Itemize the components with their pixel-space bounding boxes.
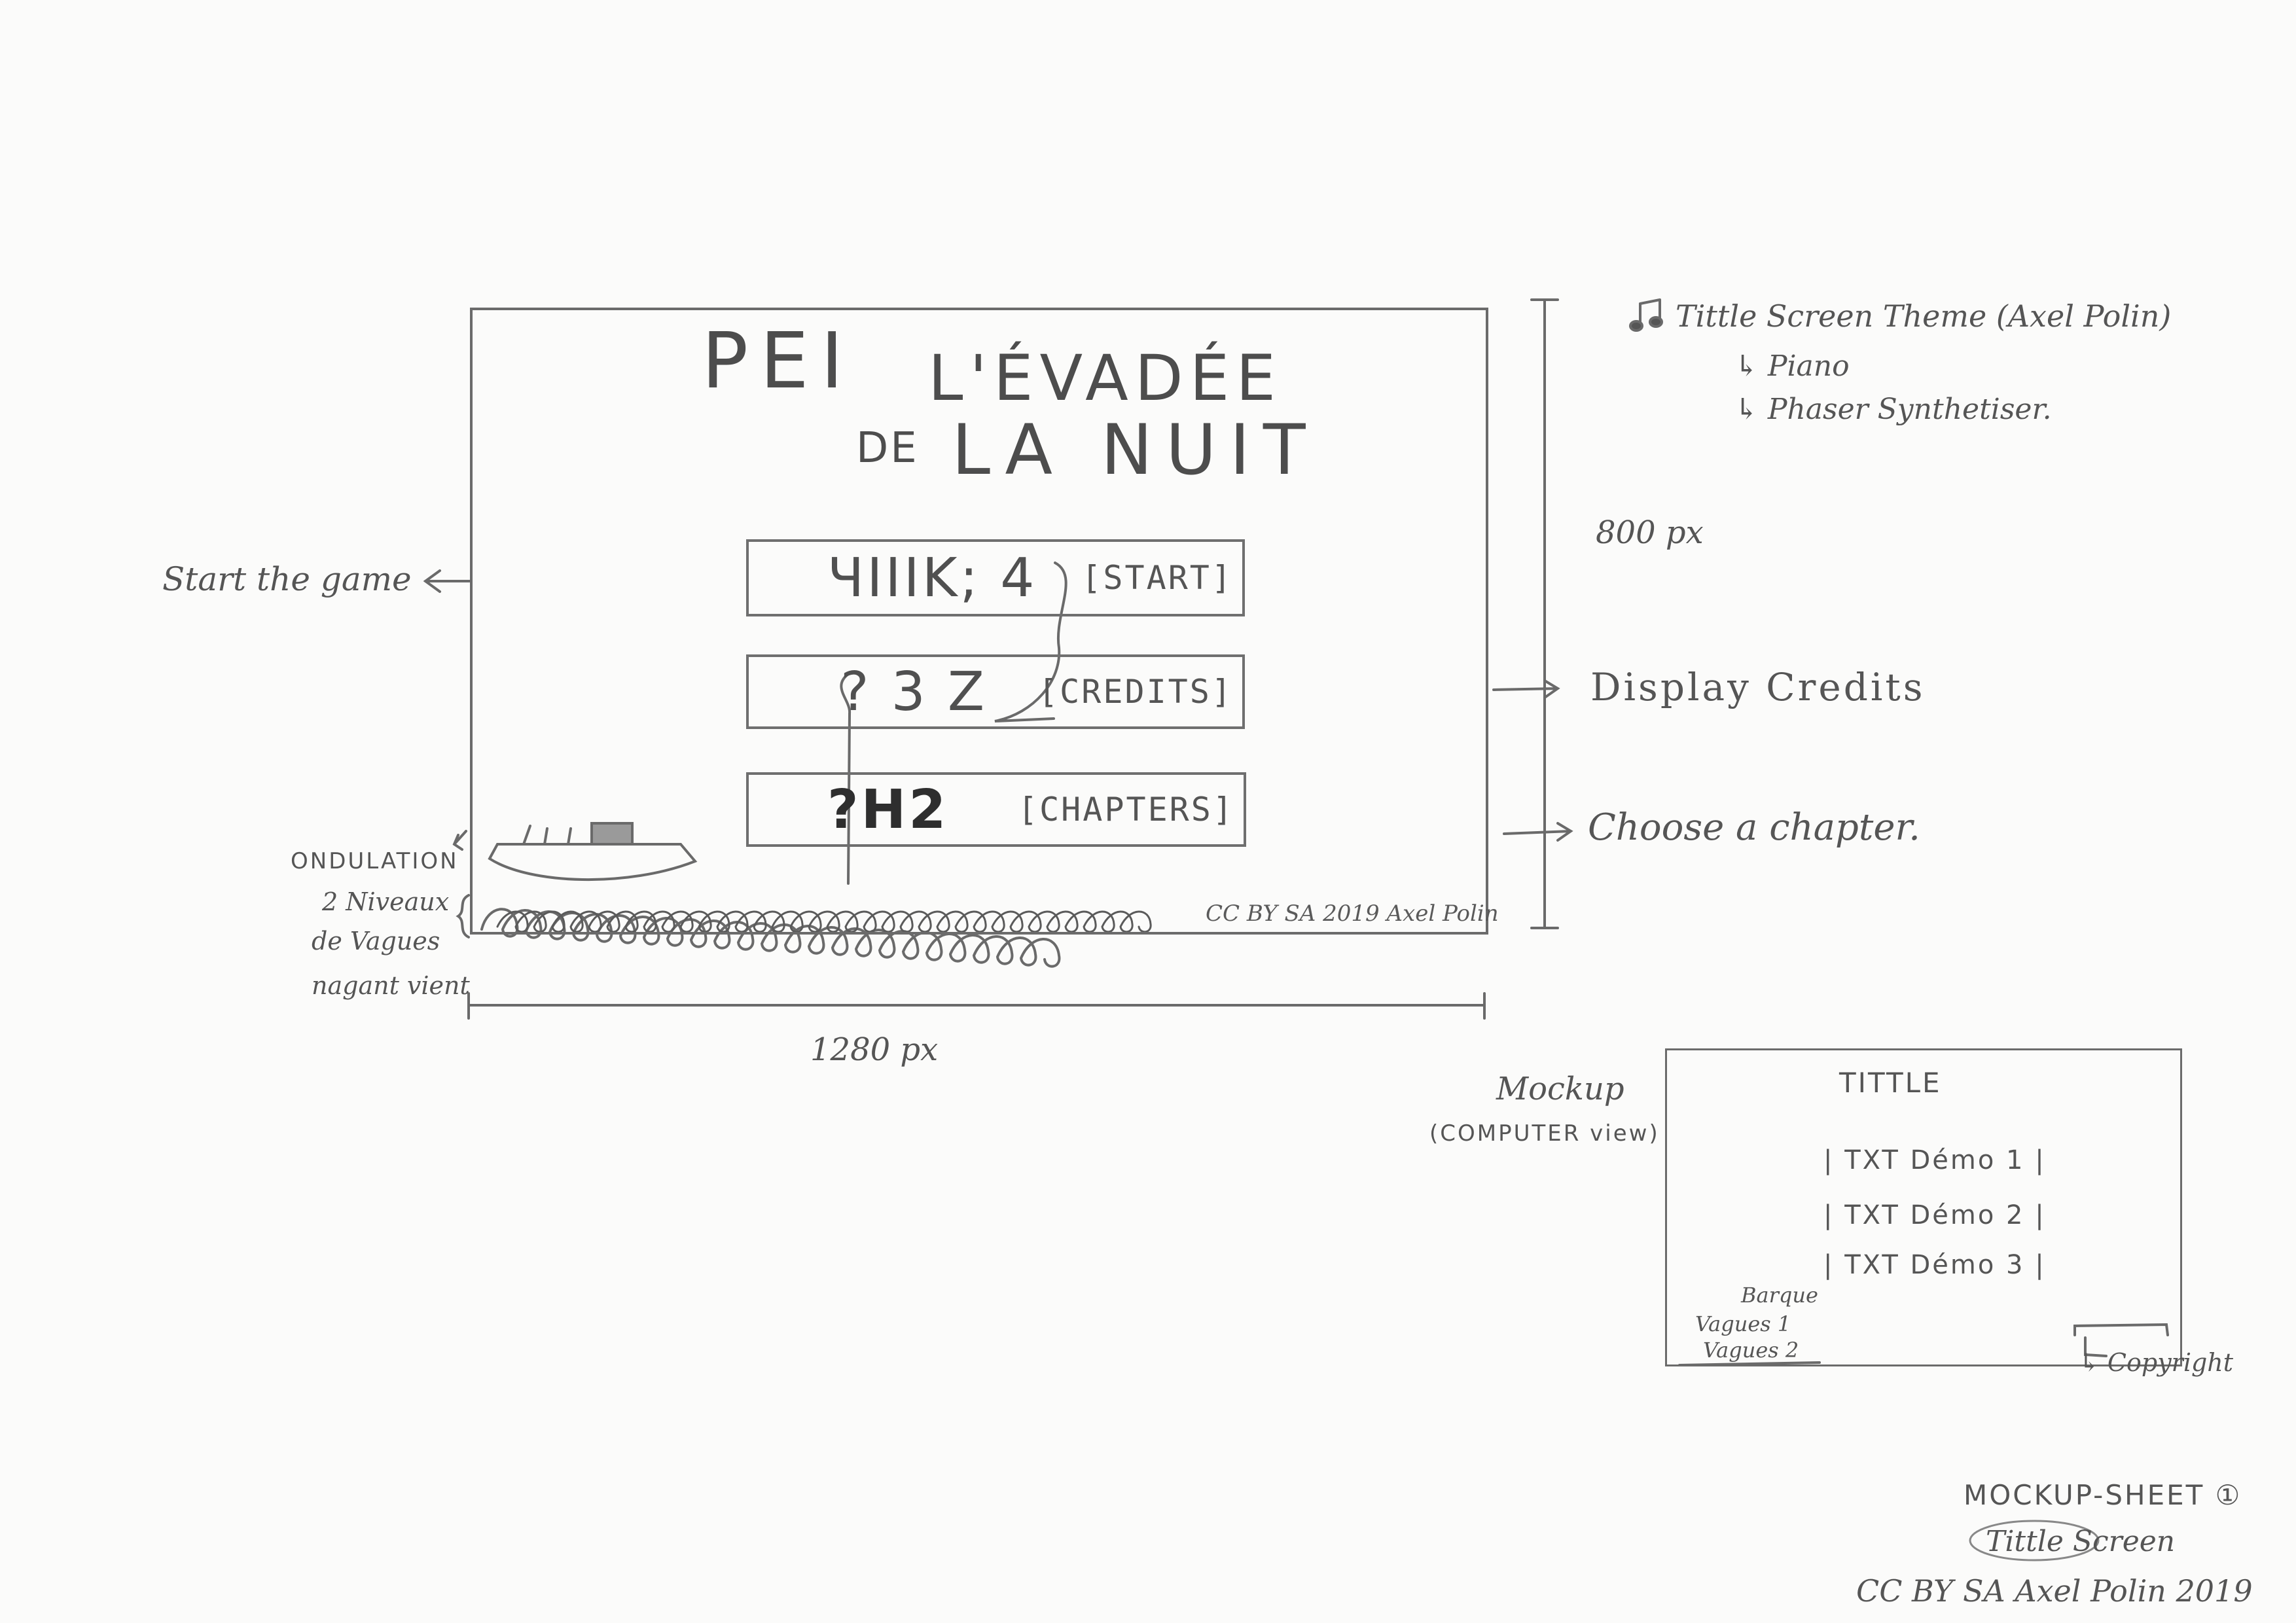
mini-mockup-copyright-label: ↳ Copyright bbox=[2079, 1348, 2234, 1377]
game-title-de: DE bbox=[856, 424, 919, 473]
ondulation-arrow bbox=[452, 830, 467, 851]
music-item-piano: ↳ Piano bbox=[1734, 349, 1850, 383]
mini-mockup-title: TITTLE bbox=[1839, 1067, 1942, 1099]
sheet-footer-line1: MOCKUP-SHEET ① bbox=[1964, 1479, 2242, 1511]
title-screen-copyright: CC BY SA 2019 Axel Polin bbox=[1206, 901, 1499, 927]
waves-note-line1: 2 Niveaux bbox=[322, 887, 450, 916]
mini-mockup-boat-label: Barque bbox=[1741, 1283, 1818, 1308]
credits-button-label: [CREDITS] bbox=[1038, 673, 1233, 711]
width-label: 1280 px bbox=[810, 1031, 939, 1068]
chapters-button-label: [CHAPTERS] bbox=[1017, 791, 1234, 829]
start-button-code: ЧIIIK; 4 bbox=[827, 546, 1037, 609]
chapters-button-code: ?H2 bbox=[827, 778, 949, 841]
start-game-note: Start the game bbox=[162, 560, 412, 598]
chapters-arrow bbox=[1503, 822, 1573, 842]
choose-chapter-note: Choose a chapter. bbox=[1588, 806, 1920, 849]
mini-mockup-item-1: | TXT Démo 1 | bbox=[1823, 1145, 2046, 1175]
chapters-button[interactable]: ?H2 [CHAPTERS] bbox=[746, 772, 1246, 847]
sheet-footer-line2: Tittle Screen bbox=[1986, 1525, 2176, 1558]
music-title-note: Tittle Screen Theme (Axel Polin) bbox=[1676, 298, 2172, 334]
credits-button[interactable]: ? 3 Z [CREDITS] bbox=[746, 654, 1245, 729]
mini-mockup-item-3: | TXT Démo 3 | bbox=[1823, 1250, 2046, 1280]
sheet-footer-line3: CC BY SA Axel Polin 2019 bbox=[1856, 1573, 2253, 1609]
start-button[interactable]: ЧIIIK; 4 [START] bbox=[746, 539, 1245, 616]
start-button-label: [START] bbox=[1081, 559, 1233, 597]
mini-mockup-wave1-label: Vagues 1 bbox=[1695, 1311, 1791, 1336]
credits-button-code: ? 3 Z bbox=[840, 660, 987, 723]
game-title-evadee: L'ÉVADÉE bbox=[928, 342, 1282, 415]
waves-brace bbox=[456, 894, 470, 938]
game-title-la-nuit: LA NUIT bbox=[952, 410, 1319, 490]
mini-mockup-caption-1: Mockup bbox=[1496, 1071, 1624, 1107]
display-credits-note: Display Credits bbox=[1590, 665, 1926, 709]
mini-mockup-wave2-label: Vagues 2 bbox=[1703, 1338, 1799, 1363]
height-label: 800 px bbox=[1596, 514, 1704, 551]
ondulation-note: ONDULATION bbox=[291, 848, 459, 874]
mini-mockup-caption-2: (COMPUTER view) bbox=[1429, 1120, 1660, 1147]
mini-mockup-item-2: | TXT Démo 2 | bbox=[1823, 1200, 2046, 1230]
game-title-pei: PEI bbox=[702, 315, 855, 406]
music-item-synth: ↳ Phaser Synthetiser. bbox=[1734, 393, 2052, 426]
mockup-sheet: PEI L'ÉVADÉE DE LA NUIT ЧIIIK; 4 [START]… bbox=[0, 0, 2296, 1623]
credits-arrow bbox=[1492, 679, 1560, 699]
start-arrow bbox=[423, 569, 471, 593]
waves-note-line3: nagant vient bbox=[312, 971, 470, 1000]
waves-note-line2: de Vagues bbox=[312, 927, 440, 955]
